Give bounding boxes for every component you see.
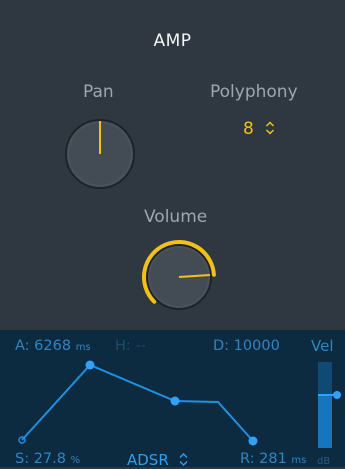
envelope-graph[interactable]: [0, 330, 310, 467]
velocity-label: Vel: [311, 337, 334, 355]
db-label: dB: [317, 456, 331, 467]
pan-knob[interactable]: [64, 118, 136, 190]
velocity-slider-track[interactable]: [318, 362, 338, 448]
volume-knob[interactable]: [138, 236, 220, 318]
velocity-slider-handle[interactable]: [333, 390, 341, 399]
section-title: AMP: [153, 31, 192, 51]
chevron-up-down-icon: [265, 121, 274, 135]
pan-label: Pan: [83, 82, 114, 102]
polyphony-value: 8: [243, 119, 254, 139]
release-handle: [248, 436, 258, 446]
envelope-mode-selector[interactable]: ADSR: [127, 450, 188, 469]
polyphony-selector[interactable]: 8: [243, 119, 275, 139]
sustain-readout[interactable]: S: 27.8 %: [15, 451, 80, 467]
volume-label: Volume: [144, 207, 208, 227]
decay-handle: [170, 396, 180, 406]
attack-handle: [85, 360, 95, 370]
release-readout[interactable]: R: 281 ms: [240, 451, 306, 467]
velocity-slider-fill: [318, 393, 332, 448]
polyphony-label: Polyphony: [210, 82, 298, 102]
chevron-up-down-icon: [179, 453, 188, 466]
envelope-mode-label: ADSR: [127, 451, 169, 469]
